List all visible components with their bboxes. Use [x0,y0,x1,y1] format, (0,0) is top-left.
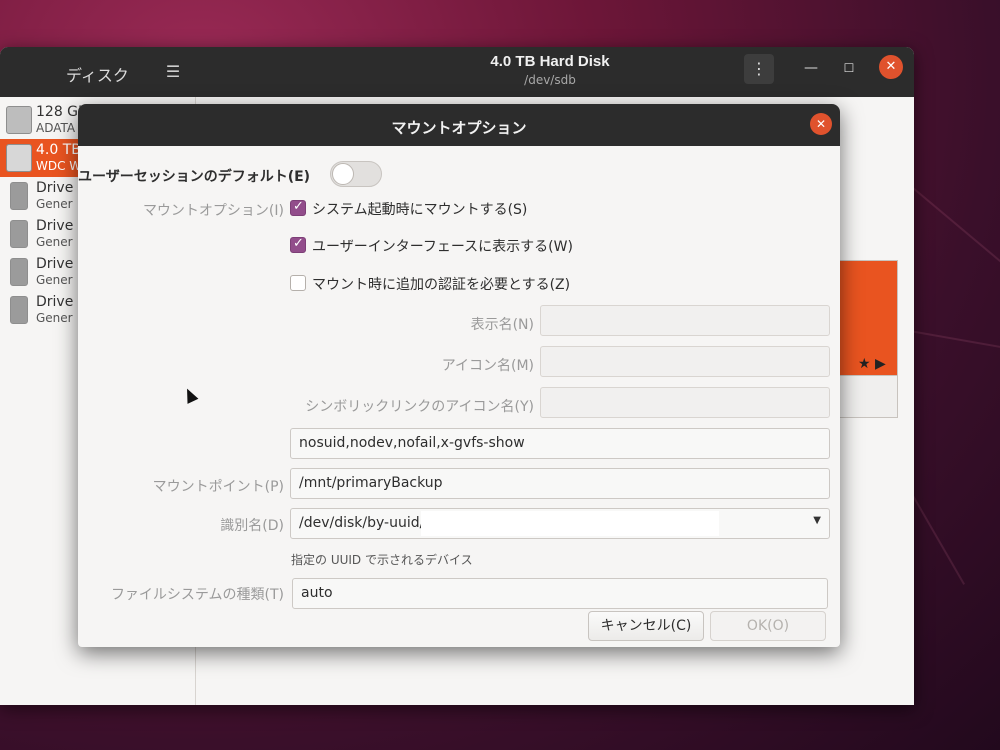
maximize-icon[interactable]: ☐ [838,57,860,79]
close-icon[interactable]: ✕ [879,55,903,79]
identify-as-value: /dev/disk/by-uuid/ [299,515,425,531]
drive-model: Gener [36,311,73,325]
drive-menu-button[interactable]: ⋮ [744,54,774,84]
display-name-label: 表示名(N) [470,317,534,333]
wallpaper-streak [903,180,1000,272]
identify-as-label: 識別名(D) [220,518,284,534]
window-title: 4.0 TB Hard Disk [490,53,610,70]
show-in-ui-label: ユーザーインターフェースに表示する(W) [312,239,573,255]
require-auth-checkbox[interactable] [290,275,306,291]
user-session-default-label: ユーザーセッションのデフォルト(E) [78,169,311,185]
drive-name: 4.0 TB [36,142,81,158]
cancel-button[interactable]: キャンセル(C) [588,611,704,641]
mount-options-field[interactable]: nosuid,nodev,nofail,x-gvfs-show [290,428,830,459]
hard-disk-icon [6,144,32,172]
filesystem-type-label: ファイルシステムの種類(T) [110,587,284,603]
window-subtitle: /dev/sdb [524,73,576,87]
drive-name: Drive [36,180,74,196]
show-in-ui-checkbox[interactable] [290,236,306,253]
wallpaper-streak [909,330,1000,353]
mount-point-label: マウントポイント(P) [152,479,284,495]
drive-name: Drive [36,256,74,272]
display-name-field[interactable] [540,305,830,336]
ok-button[interactable]: OK(O) [710,611,826,641]
drive-model: WDC W [36,159,82,173]
hard-disk-icon [6,106,32,134]
icon-name-field[interactable] [540,346,830,377]
usb-drive-icon [10,258,28,286]
usb-drive-icon [10,296,28,324]
symlink-icon-name-field[interactable] [540,387,830,418]
dropdown-arrow-icon: ▼ [813,515,821,526]
identify-as-dropdown[interactable]: /dev/disk/by-uuid/ ▼ [290,508,830,539]
user-session-default-switch[interactable] [330,161,382,187]
mount-point-field[interactable]: /mnt/primaryBackup [290,468,830,499]
symlink-icon-name-label: シンボリックリンクのアイコン名(Y) [305,399,534,415]
window-titlebar: ディスク ☰ 4.0 TB Hard Disk /dev/sdb ⋮ — ☐ ✕ [0,47,914,97]
identify-hint: 指定の UUID で示されるデバイス [291,553,473,567]
mounted-star-icon: ★ ▶ [858,356,886,372]
mount-options-label: マウントオプション(I) [142,203,284,219]
drive-model: Gener [36,273,73,287]
usb-drive-icon [10,182,28,210]
close-icon[interactable]: ✕ [810,113,832,135]
mount-at-startup-label: システム起動時にマウントする(S) [312,202,528,218]
redacted-uuid [421,511,719,536]
drive-model: Gener [36,235,73,249]
switch-knob [332,163,354,185]
mount-options-dialog: マウントオプション ✕ ユーザーセッションのデフォルト(E) マウントオプション… [78,104,840,647]
drive-model: ADATA [36,121,76,135]
drive-name: Drive [36,218,74,234]
usb-drive-icon [10,220,28,248]
mount-at-startup-checkbox[interactable] [290,199,306,216]
dialog-title: マウントオプション [391,119,527,137]
drive-model: Gener [36,197,73,211]
drive-name: Drive [36,294,74,310]
minimize-icon[interactable]: — [800,57,822,79]
icon-name-label: アイコン名(M) [441,358,534,374]
require-auth-label: マウント時に追加の認証を必要とする(Z) [312,277,571,293]
dialog-titlebar: マウントオプション ✕ [78,104,840,146]
filesystem-type-field[interactable]: auto [292,578,828,609]
